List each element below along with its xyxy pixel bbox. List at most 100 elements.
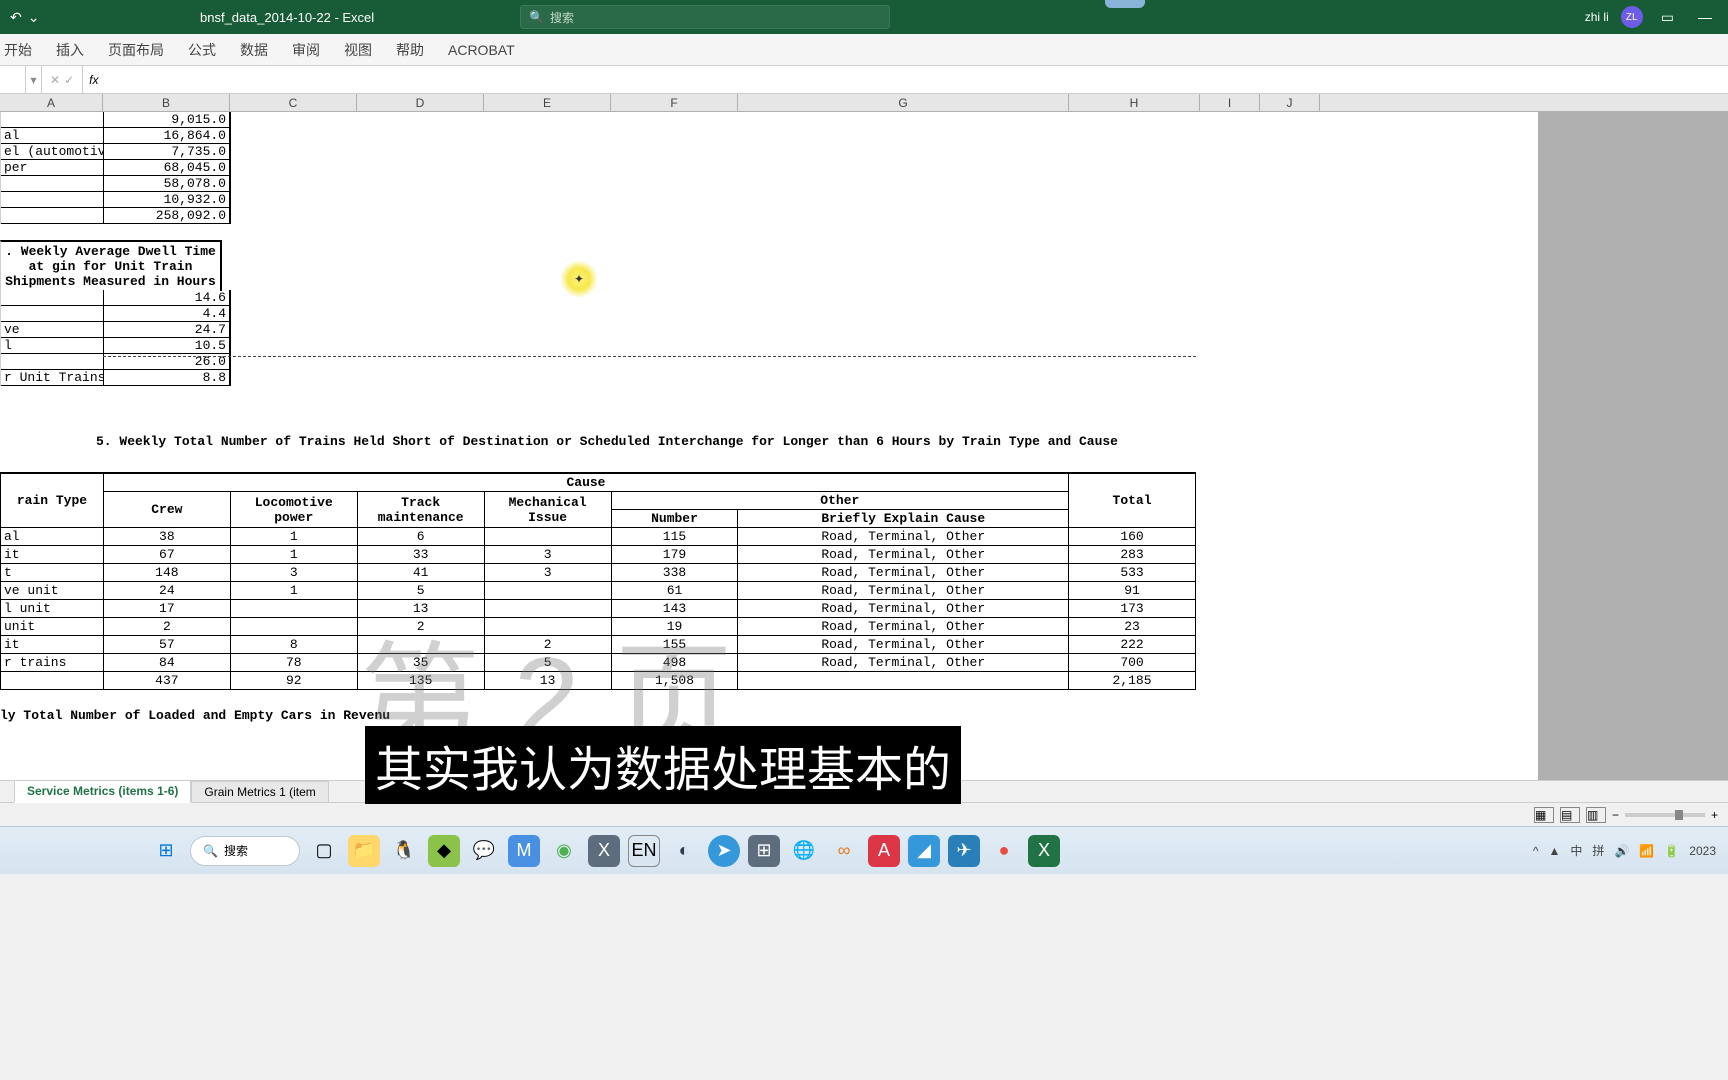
tab-help[interactable]: 帮助 — [396, 40, 424, 60]
clock[interactable]: 2023 — [1689, 844, 1716, 858]
table-row: ve unit241561Road, Terminal, Other91 — [1, 582, 1196, 600]
table-row: 4.4 — [0, 306, 1196, 322]
app-icon-3[interactable]: ◉ — [548, 835, 580, 867]
title-bar: ↶ ⌄ bnsf_data_2014-10-22 - Excel 🔍 搜索 zh… — [0, 0, 1728, 34]
zoom-slider[interactable] — [1625, 813, 1705, 817]
col-header-C[interactable]: C — [230, 94, 357, 111]
app-icon-4[interactable]: X — [588, 835, 620, 867]
section4-header: . Weekly Average Dwell Time at gin for U… — [0, 240, 222, 291]
tab-review[interactable]: 审阅 — [292, 40, 320, 60]
sheet-tab-other[interactable]: Grain Metrics 1 (item — [191, 781, 328, 802]
zoom-out-icon[interactable]: − — [1612, 808, 1619, 822]
search-box[interactable]: 🔍 搜索 — [520, 5, 890, 29]
section5-table: rain TypeCauseTotalCrewLocomotive powerT… — [0, 472, 1196, 690]
tab-insert[interactable]: 插入 — [56, 40, 84, 60]
cancel-icon[interactable]: ✕ — [50, 73, 60, 87]
table-row: 43792135131,5082,185 — [1, 672, 1196, 690]
undo-icon[interactable]: ↶ — [10, 9, 22, 26]
record-icon[interactable]: ● — [988, 835, 1020, 867]
table-row: unit2219Road, Terminal, Other23 — [1, 618, 1196, 636]
zoom-in-icon[interactable]: + — [1711, 808, 1718, 822]
col-header-F[interactable]: F — [611, 94, 738, 111]
tray-icon[interactable]: ▲ — [1549, 844, 1561, 858]
table-row: it671333179Road, Terminal, Other283 — [1, 546, 1196, 564]
windows-taskbar: ⊞ 🔍 搜索 ▢ 📁 🐧 ◆ 💬 M ◉ X EN ◐ ➤ ⊞ 🌐 ∞ A ◢ … — [0, 826, 1728, 874]
table-row: t1483413338Road, Terminal, Other533 — [1, 564, 1196, 582]
col-header-J[interactable]: J — [1260, 94, 1320, 111]
task-view-icon[interactable]: ▢ — [308, 835, 340, 867]
col-header-I[interactable]: I — [1200, 94, 1260, 111]
view-page-layout-icon[interactable]: ▤ — [1560, 807, 1580, 823]
confirm-icon[interactable]: ✓ — [64, 73, 74, 87]
app-icon-1[interactable]: ◆ — [428, 835, 460, 867]
column-headers: ABCDEFGHIJ — [0, 94, 1728, 112]
tab-view[interactable]: 视图 — [344, 40, 372, 60]
table-row: el (automotive)7,735.0 — [0, 144, 1196, 160]
col-header-D[interactable]: D — [357, 94, 484, 111]
app-icon-8[interactable]: ◢ — [908, 835, 940, 867]
app-icon-6[interactable]: ⊞ — [748, 835, 780, 867]
grid-area[interactable]: 9,015.0al16,864.0el (automotive)7,735.0p… — [0, 112, 1728, 780]
table-row: 9,015.0 — [0, 112, 1196, 128]
qat-dropdown-icon[interactable]: ⌄ — [28, 9, 40, 26]
col-header-H[interactable]: H — [1069, 94, 1200, 111]
taskbar-search[interactable]: 🔍 搜索 — [190, 836, 300, 866]
app-icon-2[interactable]: M — [508, 835, 540, 867]
network-icon[interactable]: 📶 — [1639, 844, 1654, 858]
collab-indicator — [1105, 0, 1145, 8]
ribbon-tabs: 开始 插入 页面布局 公式 数据 审阅 视图 帮助 ACROBAT — [0, 34, 1728, 66]
start-icon[interactable]: ⊞ — [150, 835, 182, 867]
app-icon-9[interactable]: ✈ — [948, 835, 980, 867]
table-row: r Unit Trains8.8 — [0, 370, 1196, 386]
app-icon-en[interactable]: EN — [628, 835, 660, 867]
qq-icon[interactable]: 🐧 — [388, 835, 420, 867]
ime-cn-icon[interactable]: 中 — [1570, 842, 1582, 859]
name-box-dropdown-icon[interactable]: ▾ — [26, 66, 42, 93]
eclipse-icon[interactable]: ◐ — [668, 835, 700, 867]
tab-home[interactable]: 开始 — [4, 40, 32, 60]
avatar[interactable]: ZL — [1621, 6, 1643, 28]
table-row: 258,092.0 — [0, 208, 1196, 224]
user-name[interactable]: zhi li — [1585, 10, 1609, 24]
formula-input[interactable] — [104, 66, 1728, 93]
app-icon-7[interactable]: ∞ — [828, 835, 860, 867]
tab-acrobat[interactable]: ACROBAT — [448, 42, 515, 58]
battery-icon[interactable]: 🔋 — [1664, 844, 1679, 858]
tab-formulas[interactable]: 公式 — [188, 40, 216, 60]
section6-partial-title: ly Total Number of Loaded and Empty Cars… — [0, 708, 390, 723]
fx-label[interactable]: fx — [83, 73, 104, 87]
table-row: 10,932.0 — [0, 192, 1196, 208]
table-row: ve24.7 — [0, 322, 1196, 338]
explorer-icon[interactable]: 📁 — [348, 835, 380, 867]
system-tray: ^ ▲ 中 拼 🔊 📶 🔋 2023 — [1533, 842, 1716, 859]
excel-icon[interactable]: X — [1028, 835, 1060, 867]
name-box[interactable] — [0, 66, 26, 93]
title-bar-right: zhi li ZL ▭ — — [1585, 6, 1718, 28]
view-normal-icon[interactable]: ▦ — [1534, 807, 1554, 823]
view-page-break-icon[interactable]: ▥ — [1586, 807, 1606, 823]
col-header-A[interactable]: A — [0, 94, 103, 111]
ribbon-mode-icon[interactable]: ▭ — [1655, 9, 1680, 26]
table-row: al3816115Road, Terminal, Other160 — [1, 528, 1196, 546]
tray-expand-icon[interactable]: ^ — [1533, 844, 1539, 858]
wechat-icon[interactable]: 💬 — [468, 835, 500, 867]
search-icon: 🔍 — [529, 10, 544, 24]
col-header-B[interactable]: B — [103, 94, 230, 111]
app-icon-5[interactable]: ➤ — [708, 835, 740, 867]
sheet-tab-active[interactable]: Service Metrics (items 1-6) — [14, 780, 191, 803]
tab-data[interactable]: 数据 — [240, 40, 268, 60]
table-row: l unit1713143Road, Terminal, Other173 — [1, 600, 1196, 618]
chrome-icon[interactable]: 🌐 — [788, 835, 820, 867]
table-row: 58,078.0 — [0, 176, 1196, 192]
acrobat-icon[interactable]: A — [868, 835, 900, 867]
col-header-G[interactable]: G — [738, 94, 1069, 111]
page-break-line — [103, 356, 1196, 357]
tab-page-layout[interactable]: 页面布局 — [108, 40, 164, 60]
formula-buttons: ✕ ✓ — [42, 66, 83, 93]
col-header-E[interactable]: E — [484, 94, 611, 111]
volume-icon[interactable]: 🔊 — [1614, 844, 1629, 858]
minimize-icon[interactable]: — — [1692, 9, 1718, 25]
ime-pinyin-icon[interactable]: 拼 — [1592, 842, 1604, 859]
table-row: r trains8478355498Road, Terminal, Other7… — [1, 654, 1196, 672]
table-row: it5782155Road, Terminal, Other222 — [1, 636, 1196, 654]
